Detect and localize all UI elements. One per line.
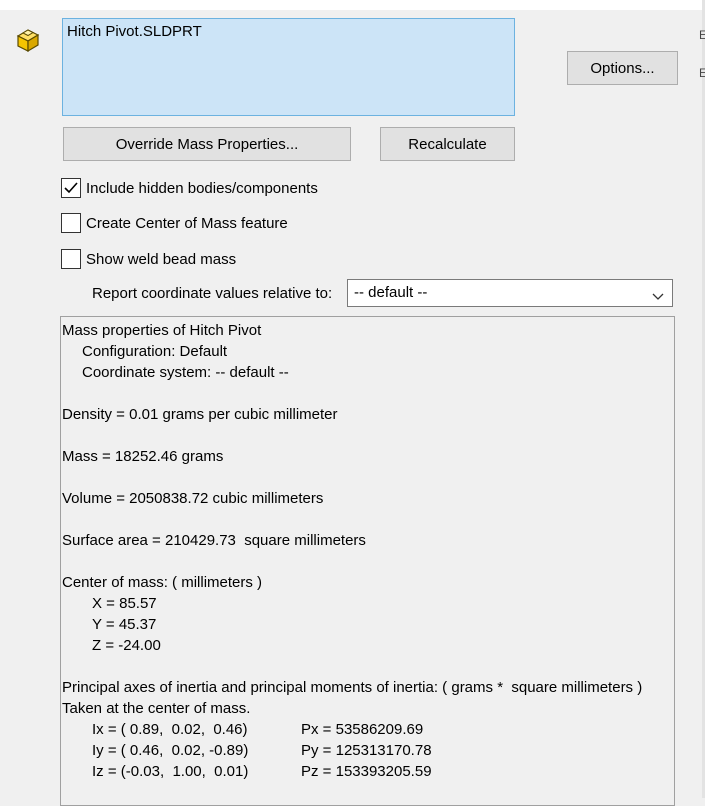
results-principal-axes-header: Principal axes of inertia and principal …: [62, 679, 643, 696]
results-center-of-mass-header: Center of mass: ( millimeters ): [62, 574, 263, 591]
include-hidden-bodies-option[interactable]: Include hidden bodies/components: [61, 177, 318, 199]
show-weld-bead-mass-checkbox[interactable]: [61, 249, 81, 269]
show-weld-bead-mass-option[interactable]: Show weld bead mass: [61, 248, 236, 270]
results-taken-at: Taken at the center of mass.: [62, 700, 251, 717]
results-com-z: Z = -24.00: [92, 637, 161, 654]
override-mass-properties-button[interactable]: Override Mass Properties...: [63, 127, 351, 161]
results-px: Px = 53586209.69: [301, 721, 424, 738]
results-iz: Iz = (-0.03, 1.00, 0.01): [92, 763, 249, 780]
results-ix: Ix = ( 0.89, 0.02, 0.46): [92, 721, 248, 738]
results-surface-area: Surface area = 210429.73 square millimet…: [62, 532, 366, 549]
coordinate-system-dropdown[interactable]: -- default --: [347, 279, 673, 307]
include-hidden-bodies-label[interactable]: Include hidden bodies/components: [86, 180, 318, 197]
clipped-edge-glyph: E: [699, 66, 705, 80]
selected-item-hitch-pivot[interactable]: Hitch Pivot.SLDPRT: [67, 23, 202, 40]
create-center-of-mass-label[interactable]: Create Center of Mass feature: [86, 215, 288, 232]
results-mass: Mass = 18252.46 grams: [62, 448, 224, 465]
options-button[interactable]: Options...: [567, 51, 678, 85]
create-center-of-mass-option[interactable]: Create Center of Mass feature: [61, 212, 288, 234]
results-density: Density = 0.01 grams per cubic millimete…: [62, 406, 338, 423]
chevron-down-icon: [652, 288, 664, 305]
part-icon: [14, 24, 44, 54]
coordinate-system-selected: -- default --: [354, 284, 428, 301]
results-configuration: Configuration: Default: [82, 343, 228, 360]
results-coordinate-system: Coordinate system: -- default --: [82, 364, 289, 381]
clipped-edge-glyph: E: [699, 28, 705, 42]
include-hidden-bodies-checkbox[interactable]: [61, 178, 81, 198]
results-pz: Pz = 153393205.59: [301, 763, 432, 780]
results-py: Py = 125313170.78: [301, 742, 432, 759]
results-volume: Volume = 2050838.72 cubic millimeters: [62, 490, 324, 507]
report-coordinate-label: Report coordinate values relative to:: [92, 285, 333, 302]
show-weld-bead-mass-label[interactable]: Show weld bead mass: [86, 251, 236, 268]
results-title: Mass properties of Hitch Pivot: [62, 322, 262, 339]
results-com-y: Y = 45.37: [92, 616, 157, 633]
mass-properties-results[interactable]: Mass properties of Hitch Pivot Configura…: [60, 316, 675, 806]
create-center-of-mass-checkbox[interactable]: [61, 213, 81, 233]
selected-items-list[interactable]: Hitch Pivot.SLDPRT: [62, 18, 515, 116]
results-iy: Iy = ( 0.46, 0.02, -0.89): [92, 742, 249, 759]
recalculate-button[interactable]: Recalculate: [380, 127, 515, 161]
checkmark-icon: [64, 182, 78, 194]
top-strip: [0, 0, 705, 10]
results-com-x: X = 85.57: [92, 595, 157, 612]
